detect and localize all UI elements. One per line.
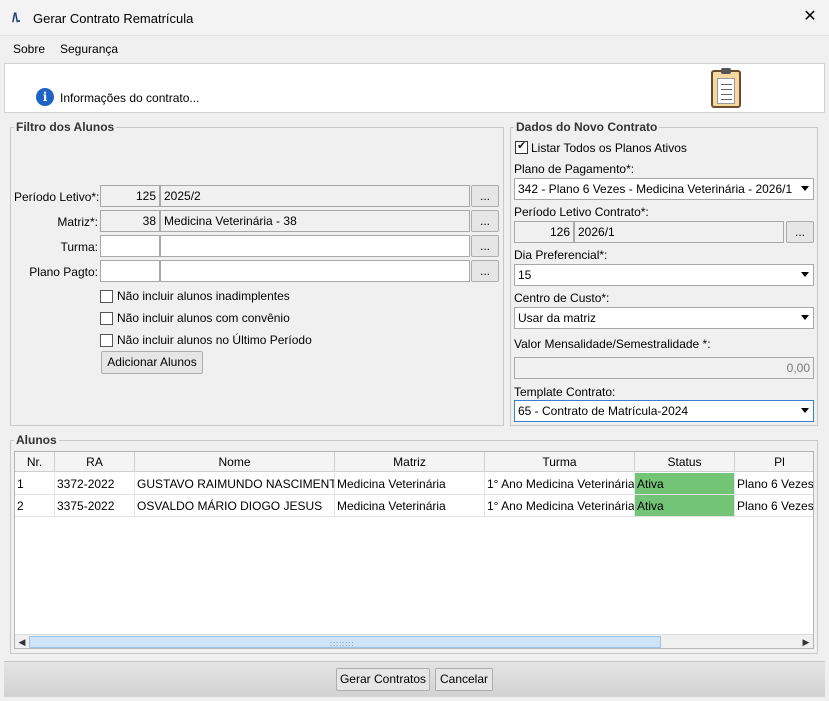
plano-pagto-value-field[interactable] [160, 260, 470, 282]
status-cell[interactable]: Ativa [635, 473, 735, 495]
convenio-checkbox[interactable] [100, 312, 113, 325]
matriz-label: Matriz*: [57, 215, 98, 229]
periodo-browse-button[interactable]: ... [471, 185, 499, 207]
novo-contrato-legend: Dados do Novo Contrato [514, 120, 660, 134]
plano-pagto-code-field[interactable] [100, 260, 160, 282]
inadimplentes-checkbox[interactable] [100, 290, 113, 303]
periodo-contrato-browse-button[interactable]: ... [786, 221, 814, 243]
horizontal-scrollbar[interactable]: ◀ ∷∷∷∷ ▶ [15, 634, 813, 648]
centro-custo-label: Centro de Custo*: [514, 291, 610, 305]
gerar-contratos-button[interactable]: Gerar Contratos [336, 668, 430, 691]
periodo-contrato-code-field[interactable]: 126 [514, 221, 574, 243]
dia-preferencial-label: Dia Preferencial*: [514, 248, 608, 262]
centro-custo-value: Usar da matriz [518, 311, 597, 325]
banner-text: Informações do contrato... [60, 91, 200, 105]
status-cell[interactable]: Ativa [635, 495, 735, 517]
close-icon[interactable]: ✕ [797, 6, 823, 30]
chevron-down-icon [801, 315, 809, 320]
info-icon: i [36, 88, 54, 106]
plano-pagamento-label: Plano de Pagamento*: [514, 162, 635, 176]
alunos-table[interactable]: Nr. RA Nome Matriz Turma Status Pl 1 3372-2022 GU… [14, 451, 814, 649]
menu-sobre[interactable]: Sobre [13, 42, 45, 56]
column-header[interactable]: Nome [135, 452, 335, 472]
menu-seguranca[interactable]: Segurança [60, 42, 118, 56]
column-header[interactable]: RA [55, 452, 135, 472]
column-header[interactable]: Status [635, 452, 735, 472]
periodo-label: Período Letivo*: [14, 190, 100, 204]
table-cell[interactable]: GUSTAVO RAIMUNDO NASCIMENTO [135, 473, 335, 495]
plano-pagamento-select[interactable]: 342 - Plano 6 Vezes - Medicina Veterinár… [514, 178, 814, 200]
scroll-right-icon[interactable]: ▶ [800, 636, 812, 648]
app-logo-icon: /\. [12, 10, 21, 25]
template-label: Template Contrato: [514, 385, 616, 399]
table-cell[interactable]: Plano 6 Vezes - [735, 473, 813, 495]
matriz-code-field[interactable]: 38 [100, 210, 160, 232]
table-cell[interactable]: 1° Ano Medicina Veterinária [485, 495, 635, 517]
centro-custo-select[interactable]: Usar da matriz [514, 307, 814, 329]
table-cell[interactable]: Plano 6 Vezes - [735, 495, 813, 517]
column-header[interactable]: Pl [735, 452, 813, 472]
scroll-thumb[interactable]: ∷∷∷∷ [29, 636, 661, 648]
plano-pagto-label: Plano Pagto: [29, 265, 98, 279]
table-cell[interactable]: OSVALDO MÁRIO DIOGO JESUS [135, 495, 335, 517]
matriz-value-field[interactable]: Medicina Veterinária - 38 [160, 210, 470, 232]
turma-code-field[interactable] [100, 235, 160, 257]
dia-preferencial-select[interactable]: 15 [514, 264, 814, 286]
alunos-legend: Alunos [14, 433, 59, 447]
ultimo-periodo-checkbox[interactable] [100, 334, 113, 347]
chevron-down-icon [801, 408, 809, 413]
table-cell[interactable]: 1° Ano Medicina Veterinária [485, 473, 635, 495]
periodo-contrato-label: Período Letivo Contrato*: [514, 205, 649, 219]
table-cell[interactable]: 1 [15, 473, 55, 495]
info-banner: i Informações do contrato... [4, 63, 825, 113]
matriz-browse-button[interactable]: ... [471, 210, 499, 232]
window-title: Gerar Contrato Rematrícula [33, 11, 194, 26]
plano-pagamento-value: 342 - Plano 6 Vezes - Medicina Veterinár… [518, 182, 793, 196]
table-cell[interactable]: 2 [15, 495, 55, 517]
table-cell[interactable]: Medicina Veterinária [335, 495, 485, 517]
convenio-label[interactable]: Não incluir alunos com convênio [117, 311, 290, 325]
template-select[interactable]: 65 - Contrato de Matrícula-2024 [514, 400, 814, 422]
adicionar-alunos-button[interactable]: Adicionar Alunos [101, 351, 203, 374]
column-header[interactable]: Matriz [335, 452, 485, 472]
periodo-value-field[interactable]: 2025/2 [160, 185, 470, 207]
column-header[interactable]: Turma [485, 452, 635, 472]
menu-bar: Sobre Segurança [0, 37, 829, 61]
ultimo-periodo-label[interactable]: Não incluir alunos no Último Período [117, 333, 312, 347]
scroll-left-icon[interactable]: ◀ [16, 636, 28, 648]
column-header[interactable]: Nr. [15, 452, 55, 472]
cancelar-button[interactable]: Cancelar [435, 668, 493, 691]
table-cell[interactable]: 3375-2022 [55, 495, 135, 517]
turma-value-field[interactable] [160, 235, 470, 257]
table-cell[interactable]: Medicina Veterinária [335, 473, 485, 495]
chevron-down-icon [801, 186, 809, 191]
clipboard-icon [711, 68, 741, 108]
valor-label: Valor Mensalidade/Semestralidade *: [514, 337, 711, 351]
periodo-contrato-value-field[interactable]: 2026/1 [574, 221, 784, 243]
listar-planos-checkbox[interactable] [515, 139, 528, 154]
plano-pagto-browse-button[interactable]: ... [471, 260, 499, 282]
filtro-legend: Filtro dos Alunos [14, 120, 117, 134]
periodo-code-field[interactable]: 125 [100, 185, 160, 207]
valor-field[interactable]: 0,00 [514, 357, 814, 379]
listar-planos-label[interactable]: Listar Todos os Planos Ativos [531, 141, 687, 155]
inadimplentes-label[interactable]: Não incluir alunos inadimplentes [117, 289, 290, 303]
dia-preferencial-value: 15 [518, 268, 532, 282]
template-value: 65 - Contrato de Matrícula-2024 [518, 404, 689, 418]
chevron-down-icon [801, 272, 809, 277]
turma-browse-button[interactable]: ... [471, 235, 499, 257]
turma-label: Turma: [60, 240, 98, 254]
table-cell[interactable]: 3372-2022 [55, 473, 135, 495]
title-bar: /\. Gerar Contrato Rematrícula ✕ [0, 0, 829, 36]
